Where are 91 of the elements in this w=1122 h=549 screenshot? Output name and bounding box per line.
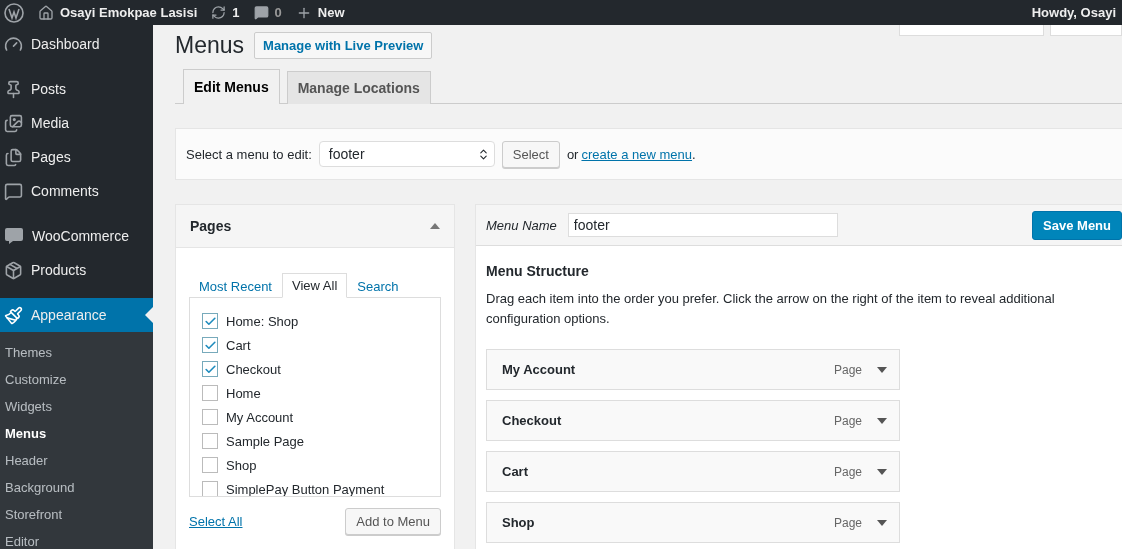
create-menu-link[interactable]: create a new menu [581,146,693,162]
sidebar-item[interactable]: Dashboard [0,27,153,61]
submenu-item[interactable]: Background [0,474,153,501]
menu-item-type: Page [833,515,862,530]
checkbox[interactable] [202,361,218,377]
menu-name-label: Menu Name [486,217,557,233]
sidebar-item[interactable]: Appearance [0,298,153,332]
page-label: Home: Shop [226,313,299,329]
sidebar-item[interactable]: Comments [0,174,153,208]
expand-arrow-icon[interactable] [877,366,887,373]
or-text: or [566,146,579,162]
comments-link[interactable]: 0 [253,5,282,20]
panel-tab[interactable]: Most Recent [189,274,282,298]
checkmark-icon [203,338,217,352]
save-menu-button[interactable]: Save Menu [1032,210,1122,240]
sidebar-item[interactable]: Products [0,253,153,287]
panel-title: Pages [190,218,232,234]
menu-item-type: Page [833,464,862,479]
checkbox[interactable] [202,313,218,329]
submenu-item[interactable]: Menus [0,420,153,447]
box-icon [4,260,23,280]
submenu-item[interactable]: Themes [0,339,153,366]
checkbox[interactable] [202,481,218,496]
pages-icon [4,147,23,167]
expand-arrow-icon[interactable] [877,417,887,424]
select-menu-label: Select a menu to edit: [186,146,312,162]
select-all-link[interactable]: Select All [189,514,243,529]
checkmark-icon [203,314,217,328]
menu-dropdown[interactable]: footer [318,141,495,167]
menu-item-title: Checkout [502,413,563,428]
live-preview-button[interactable]: Manage with Live Preview [254,31,433,59]
pin-icon [4,79,23,99]
menu-item[interactable]: Checkout Page [486,400,900,441]
refresh-icon [211,5,227,20]
submenu-item[interactable]: Customize [0,366,153,393]
nav-tab[interactable]: Manage Locations [286,71,431,104]
nav-tab[interactable]: Edit Menus [183,69,280,104]
page-title: Menus [175,31,245,59]
menu-name-field[interactable]: footer [567,213,838,237]
panel-tab[interactable]: Search [347,274,409,298]
submenu-item[interactable]: Widgets [0,393,153,420]
sidebar-item[interactable]: WooCommerce [0,219,153,253]
menu-item-title: My Account [502,362,577,377]
images-icon [4,113,23,133]
menu-item[interactable]: My Account Page [486,349,900,390]
submenu-item[interactable]: Header [0,447,153,474]
site-name-link[interactable]: Osayi Emokpae Lasisi [38,4,198,21]
collapse-arrow-icon[interactable] [430,223,440,229]
page-label: SimplePay Button Payment [226,481,385,496]
active-pointer-icon [145,307,153,323]
submenu-item[interactable]: Storefront [0,501,153,528]
submenu-item[interactable]: Editor [0,528,153,549]
page-label: Checkout [226,361,281,377]
menu-item[interactable]: Shop Page [486,502,900,543]
sidebar-item[interactable]: Posts [0,72,153,106]
home-icon [38,4,54,21]
panel-tab[interactable]: View All [282,273,348,298]
page-label: Shop [226,457,257,473]
create-menu-text: create a new menu. [581,146,696,162]
expand-arrow-icon[interactable] [877,519,887,526]
updates-link[interactable]: 1 [211,5,240,20]
gauge-icon [4,34,23,54]
menu-item-title: Cart [502,464,529,479]
menu-item-title: Shop [502,515,536,530]
sidebar-item[interactable]: Pages [0,140,153,174]
wordpress-logo-icon[interactable] [4,2,24,23]
menu-item[interactable]: Cart Page [486,451,900,492]
sidebar-item[interactable]: Media [0,106,153,140]
page-label: Sample Page [226,433,305,449]
page-label: Home [226,385,261,401]
checkbox[interactable] [202,457,218,473]
comment-icon [253,5,269,20]
select-button[interactable]: Select [501,140,560,168]
checkbox[interactable] [202,385,218,401]
page-label: My Account [226,409,294,425]
greeting-link[interactable]: Howdy, Osayi [1031,5,1116,20]
checkbox[interactable] [202,337,218,353]
comment-icon [4,181,23,201]
checkmark-icon [203,362,217,376]
checkbox[interactable] [202,409,218,425]
section-heading: Menu Structure [486,263,590,279]
add-to-menu-button[interactable]: Add to Menu [345,508,441,535]
new-link[interactable]: New [295,4,345,21]
checkbox[interactable] [202,433,218,449]
page-label: Cart [226,337,251,353]
speech-bubble-icon [4,227,24,245]
paintbrush-icon [4,305,23,325]
instructions-text: Drag each item into the order you prefer. Click the arrow on the right of the item to reveal additional configuration options. [486,290,1056,328]
menu-item-type: Page [833,413,862,428]
expand-arrow-icon[interactable] [877,468,887,475]
menu-item-type: Page [833,362,862,377]
